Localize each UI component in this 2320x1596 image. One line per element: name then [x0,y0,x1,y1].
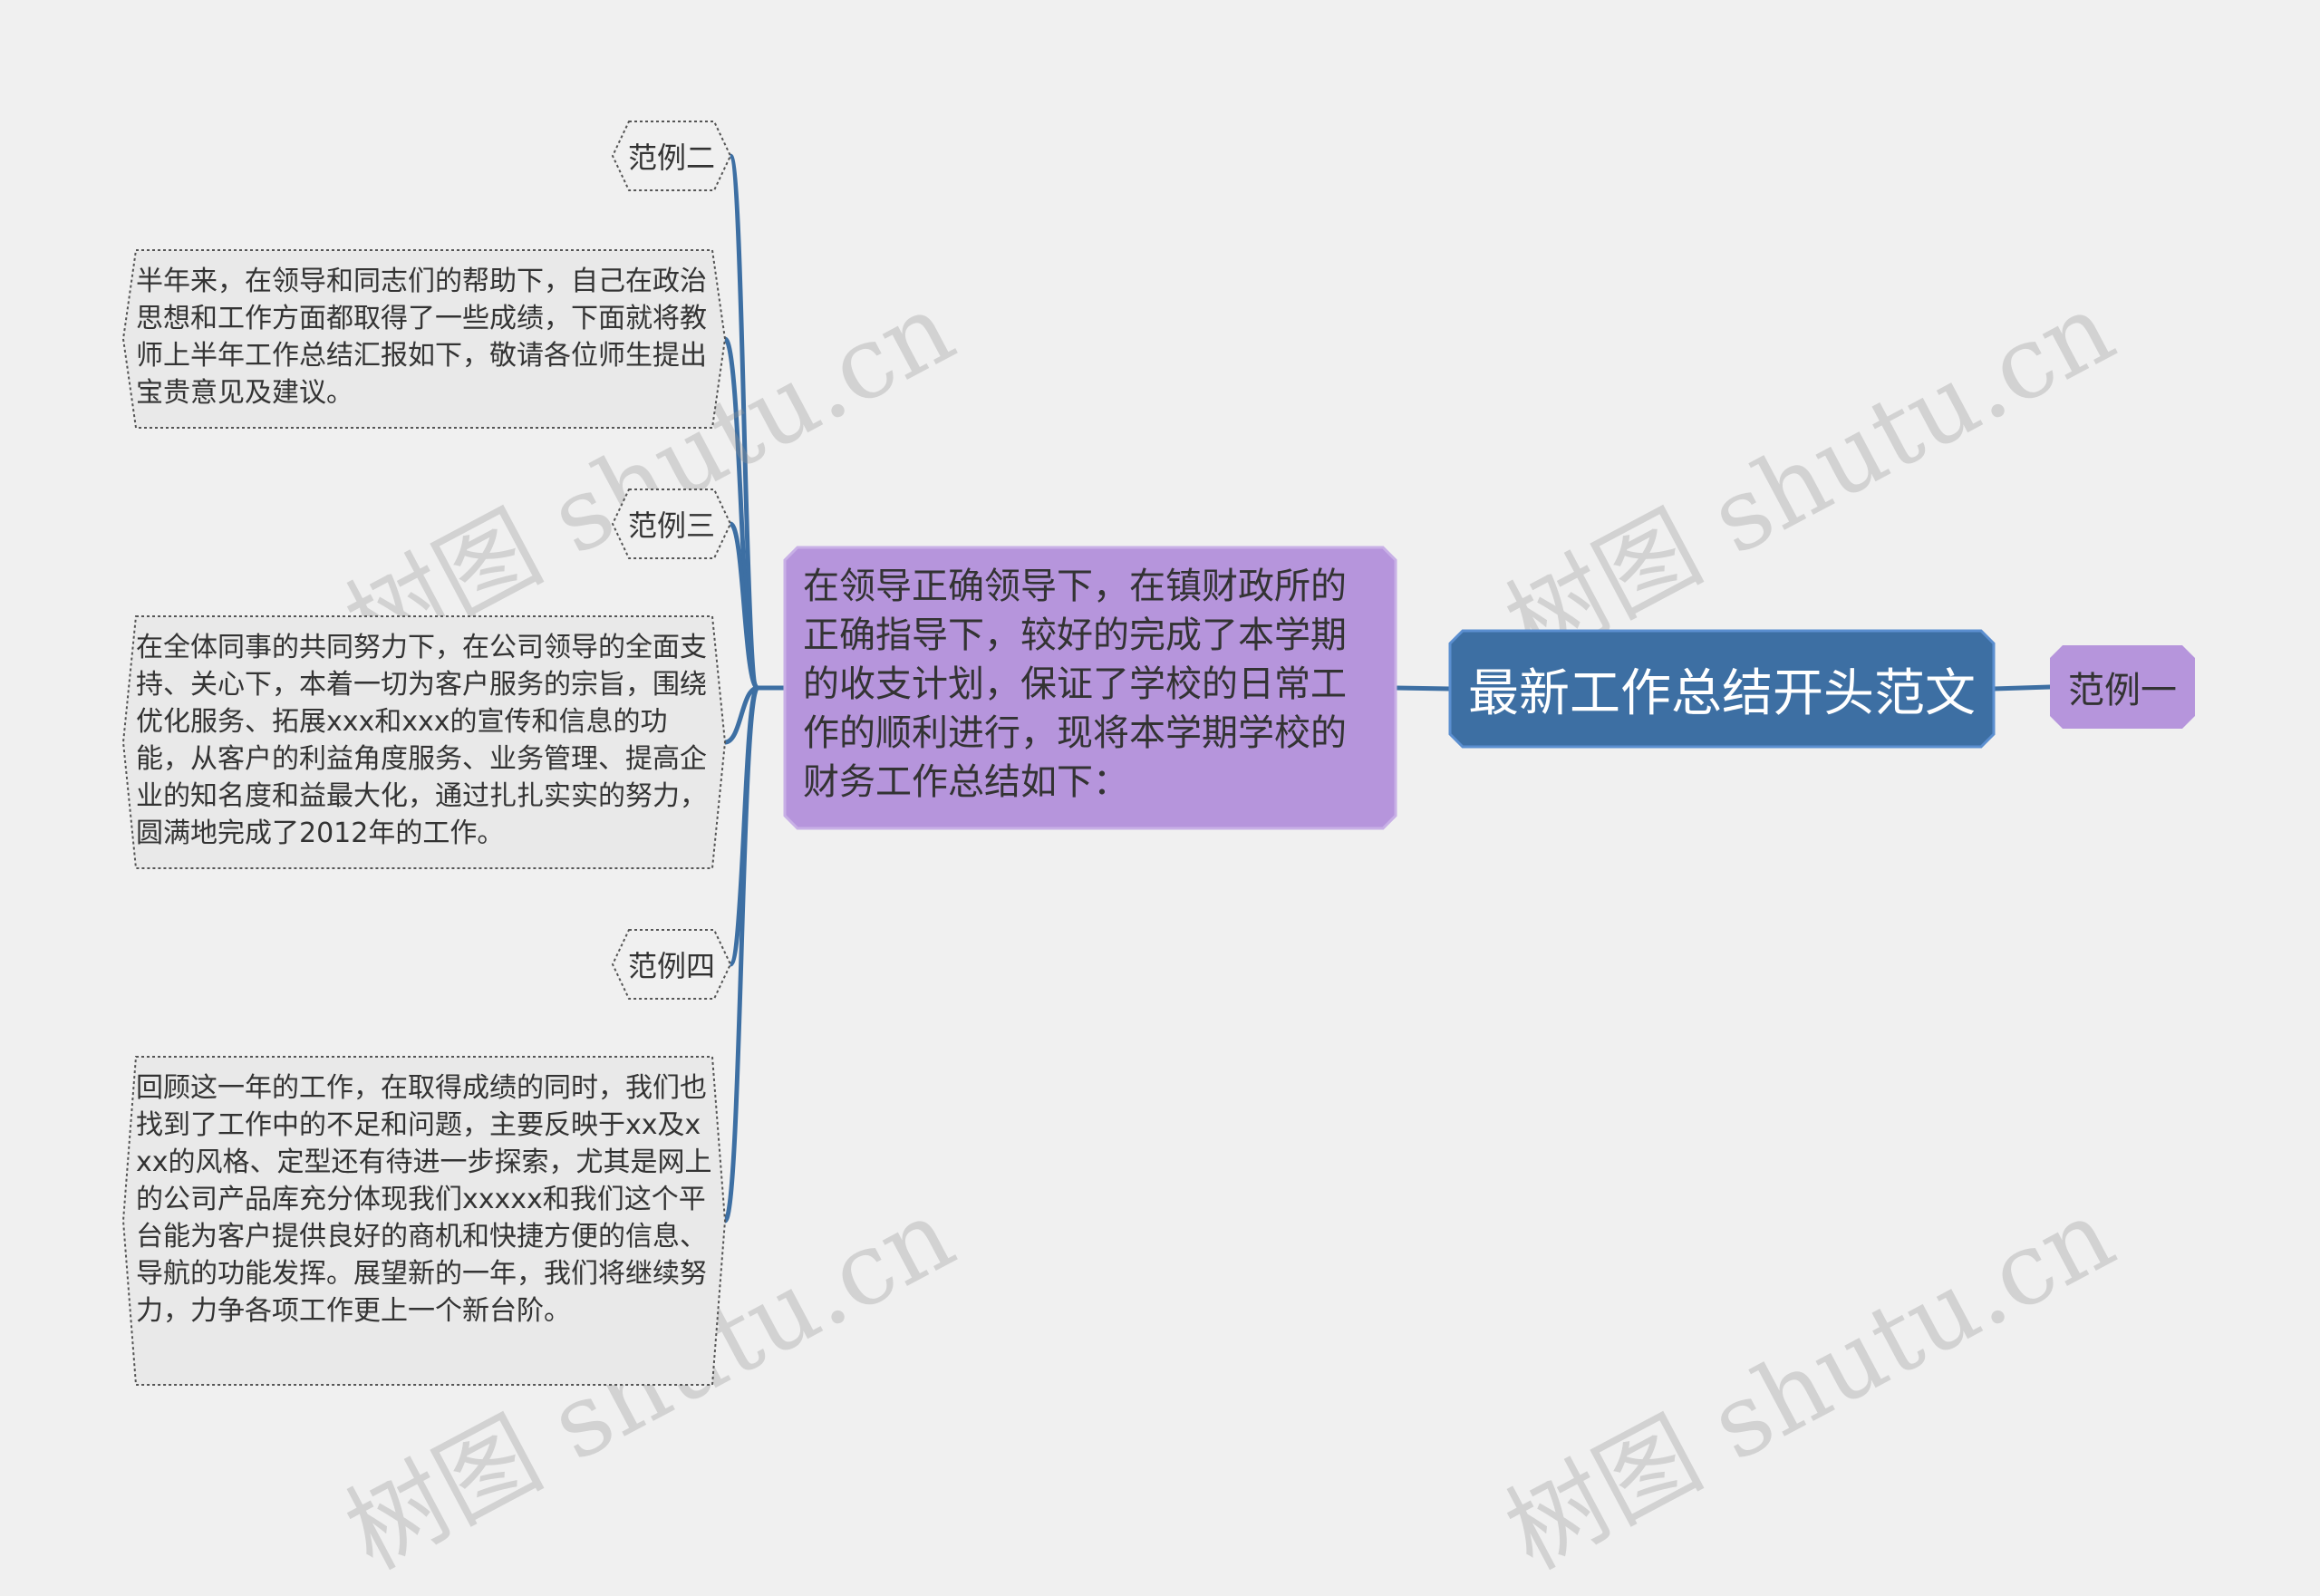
subtopic-example-four-label: 范例四 [627,949,715,983]
mind-map-canvas: 树图 shutu.cn 树图 shutu.cn 树图 shutu.cn 树图 s… [0,0,2320,1591]
root-topic-label: 最新工作总结开头范文 [1468,663,1976,723]
summary-text-box[interactable]: 回顾这一年的工作，在取得成绩的同时，我们也找到了工作中的不足和问题，主要反映于x… [121,1056,727,1386]
subtopic-example-three[interactable]: 范例三 [611,488,732,559]
main-topic-node[interactable]: 在领导正确领导下，在镇财政所的正确指导下，较好的完成了本学期的收支计划，保证了学… [783,546,1397,830]
connector-root-to-main [1393,685,1453,692]
subtopic-example-one-label: 范例一 [2068,670,2177,711]
summary-text-box[interactable]: 在全体同事的共同努力下，在公司领导的全面支持、关心下，本着一切为客户服务的宗旨，… [121,615,727,869]
subtopic-example-two[interactable]: 范例二 [611,121,732,191]
subtopic-example-two-label: 范例二 [627,140,715,175]
summary-text: 在全体同事的共同努力下，在公司领导的全面支持、关心下，本着一切为客户服务的宗旨，… [136,632,707,849]
subtopic-example-four[interactable]: 范例四 [611,929,732,1000]
summary-text-box[interactable]: 半年来，在领导和同志们的帮助下，自己在政治思想和工作方面都取得了一些成绩，下面就… [121,249,727,429]
connector-root-to-example-one [1991,684,2053,692]
summary-text: 半年来，在领导和同志们的帮助下，自己在政治思想和工作方面都取得了一些成绩，下面就… [136,266,707,409]
root-topic-node[interactable]: 最新工作总结开头范文 [1448,629,1996,749]
subtopic-example-three-label: 范例三 [627,508,715,543]
subtopic-example-one[interactable]: 范例一 [2050,645,2195,729]
summary-text: 回顾这一年的工作，在取得成绩的同时，我们也找到了工作中的不足和问题，主要反映于x… [136,1072,712,1327]
main-topic-text: 在领导正确领导下，在镇财政所的正确指导下，较好的完成了本学期的收支计划，保证了学… [803,566,1347,803]
